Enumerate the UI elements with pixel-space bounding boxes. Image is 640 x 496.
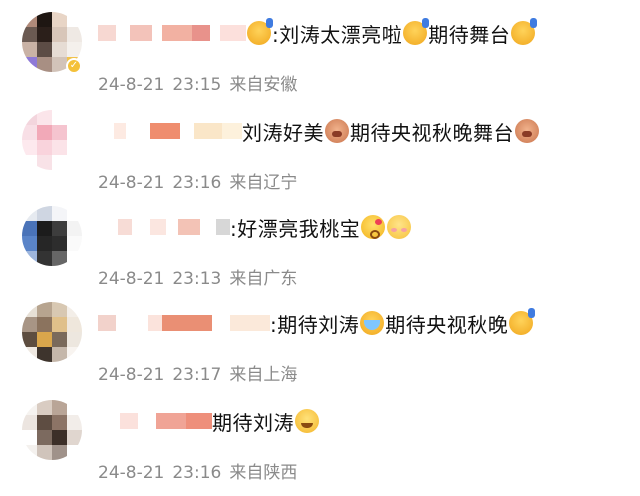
comment-text: :好漂亮我桃宝 [230, 216, 361, 241]
cry-emoji-icon [360, 311, 385, 335]
comment-date: 24-8-21 [98, 75, 165, 95]
username-mosaic[interactable] [98, 406, 212, 436]
pig-emoji-icon [515, 119, 539, 143]
comment-text: :刘涛太漂亮啦 [272, 22, 403, 47]
comment-text: :期待刘涛 [270, 312, 360, 337]
comment-location: 来自广东 [229, 269, 298, 289]
comment-content: :刘涛太漂亮啦 期待舞台 [98, 14, 538, 52]
comment-date: 24-8-21 [98, 463, 165, 483]
comment-location: 来自上海 [229, 365, 298, 385]
username-mosaic[interactable] [98, 308, 270, 338]
comment-time: 23:17 [172, 365, 222, 385]
comment-text: 期待央视秋晚舞台 [350, 120, 514, 145]
comment-location: 来自辽宁 [229, 173, 298, 193]
shy-emoji-icon [387, 215, 412, 239]
comment-time: 23:13 [172, 269, 222, 289]
comment-date: 24-8-21 [98, 173, 165, 193]
verified-badge-icon: ✓ [66, 58, 82, 74]
comment-meta: 24-8-21 23:15 来自安徽 [98, 70, 305, 95]
comment-meta: 24-8-21 23:16 来自辽宁 [98, 168, 305, 193]
comment-item[interactable]: ✓ :刘涛太漂亮啦 期待舞台 24-8-21 23:15 来自安徽 [0, 12, 640, 108]
comment-item[interactable]: :好漂亮我桃宝 24-8-21 23:13 来自广东 [0, 206, 640, 302]
comment-text: 期待舞台 [428, 22, 511, 47]
avatar[interactable] [22, 302, 82, 362]
comment-time: 23:16 [172, 463, 222, 483]
username-mosaic[interactable] [98, 18, 246, 48]
pig-emoji-icon [325, 119, 349, 143]
comment-content: 刘涛好美 期待央视秋晚舞台 [98, 112, 540, 150]
comment-content: :好漂亮我桃宝 [98, 208, 412, 246]
cheer-emoji-icon [403, 18, 430, 45]
username-mosaic[interactable] [98, 116, 242, 146]
comment-time: 23:15 [172, 75, 222, 95]
kiss-emoji-icon [361, 215, 386, 239]
comment-item[interactable]: :期待刘涛 期待央视秋晚 24-8-21 23:17 来自上海 [0, 302, 640, 398]
comment-content: :期待刘涛 期待央视秋晚 [98, 304, 536, 342]
comment-meta: 24-8-21 23:16 来自陕西 [98, 458, 305, 483]
comment-date: 24-8-21 [98, 365, 165, 385]
comment-item[interactable]: 刘涛好美 期待央视秋晚舞台 24-8-21 23:16 来自辽宁 [0, 110, 640, 206]
comment-location: 来自陕西 [229, 463, 298, 483]
cheer-emoji-icon [511, 18, 538, 45]
comment-time: 23:16 [172, 173, 222, 193]
cheer-emoji-icon [247, 18, 273, 45]
comment-meta: 24-8-21 23:17 来自上海 [98, 360, 305, 385]
comment-text: 刘涛好美 [242, 120, 324, 145]
comment-text: 期待刘涛 [212, 410, 294, 435]
comment-text: 期待央视秋晚 [385, 312, 509, 337]
comment-item[interactable]: 期待刘涛 24-8-21 23:16 来自陕西 [0, 400, 640, 496]
avatar[interactable] [22, 400, 82, 460]
comment-content: 期待刘涛 [98, 402, 320, 440]
grin-emoji-icon [295, 409, 319, 433]
avatar[interactable] [22, 206, 82, 266]
comment-location: 来自安徽 [229, 75, 298, 95]
cheer-emoji-icon [509, 308, 536, 335]
username-mosaic[interactable] [98, 212, 230, 242]
comment-date: 24-8-21 [98, 269, 165, 289]
avatar[interactable] [22, 110, 82, 170]
comment-meta: 24-8-21 23:13 来自广东 [98, 264, 305, 289]
